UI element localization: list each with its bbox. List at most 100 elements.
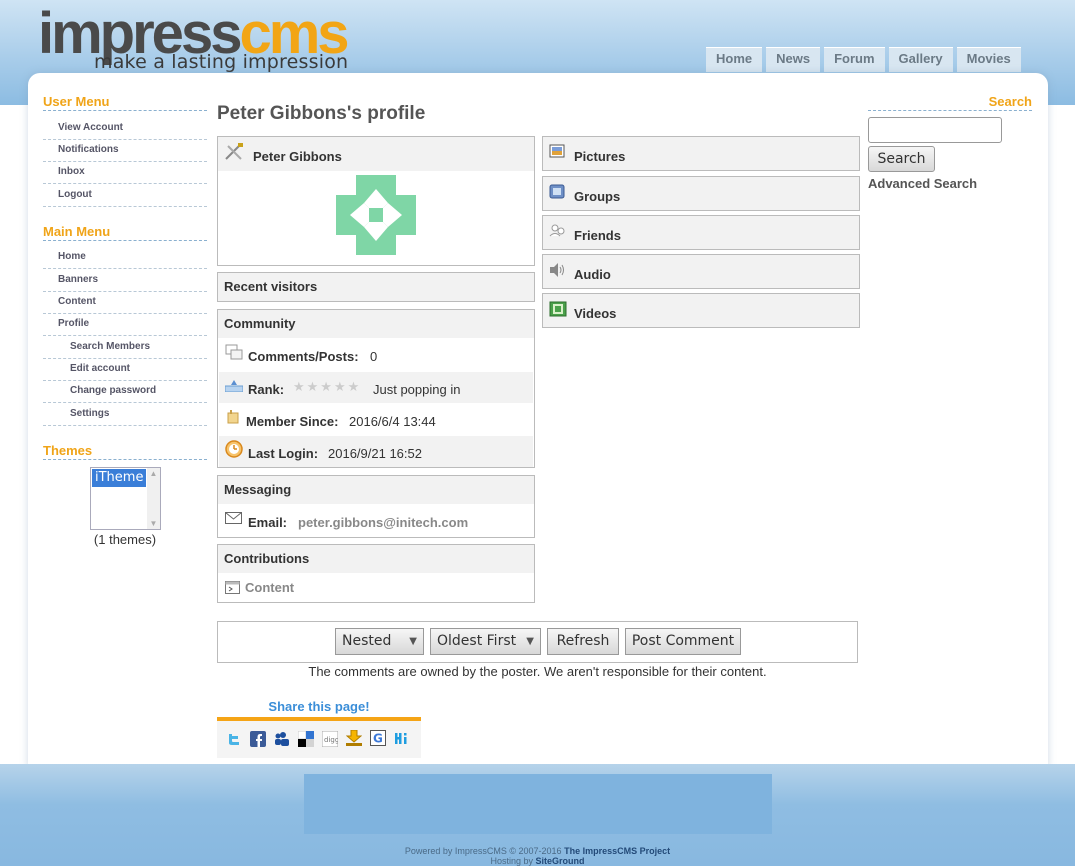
comment-mode-value: Nested <box>342 633 392 649</box>
menu-label: Search Members <box>70 341 151 352</box>
main-menu-search-members[interactable]: Search Members <box>43 341 207 359</box>
pictures-head: Pictures <box>543 137 859 170</box>
digg-icon[interactable]: digg <box>322 731 338 747</box>
footer-impresscms-link[interactable]: The ImpressCMS Project <box>564 846 670 856</box>
hi5-icon[interactable] <box>394 731 410 747</box>
myspace-icon[interactable] <box>274 731 290 747</box>
last-login-value: 2016/9/21 16:52 <box>328 446 422 461</box>
comment-order-select[interactable]: Oldest First ▼ <box>430 628 541 655</box>
user-info-head: Peter Gibbons <box>218 137 534 171</box>
email-label: Email: <box>248 515 288 530</box>
contributions-content-link[interactable]: Content <box>245 580 294 595</box>
friends-label: Friends <box>574 228 621 243</box>
rank-label: Rank: <box>248 382 285 397</box>
theme-select-scrollbar[interactable]: ▲ ▼ <box>147 468 160 529</box>
twitter-icon[interactable] <box>226 731 242 747</box>
recent-visitors-title: Recent visitors <box>218 273 534 301</box>
user-menu-logout[interactable]: Logout <box>43 189 207 207</box>
themes-count: (1 themes) <box>93 532 157 547</box>
site-logo[interactable]: impresscms make a lasting impression <box>38 5 368 74</box>
tools-icon <box>225 143 243 160</box>
comments-posts-value: 0 <box>370 349 378 364</box>
stumble-icon[interactable] <box>346 730 362 747</box>
comment-mode-select[interactable]: Nested ▼ <box>335 628 424 655</box>
top-navigation: Home News Forum Gallery Movies <box>706 47 1021 72</box>
recent-visitors-panel: Recent visitors <box>217 272 535 302</box>
delicious-icon[interactable] <box>298 731 314 747</box>
contributions-panel: Contributions Content <box>217 544 535 603</box>
speaker-icon <box>550 263 564 277</box>
pictures-icon <box>549 144 565 158</box>
google-icon[interactable]: G <box>370 730 386 746</box>
nav-tab-news[interactable]: News <box>766 47 821 72</box>
contributions-content-row[interactable]: Content <box>219 574 533 602</box>
member-since-value: 2016/6/4 13:44 <box>349 414 436 429</box>
facebook-icon[interactable] <box>250 731 266 747</box>
main-menu-profile[interactable]: Profile <box>43 318 207 336</box>
videos-label: Videos <box>574 306 617 321</box>
scroll-up-icon[interactable]: ▲ <box>147 469 160 478</box>
footer-powered-text: Powered by ImpressCMS © 2007-2016 <box>404 846 562 856</box>
menu-label: Edit account <box>70 363 131 374</box>
main-menu-title: Main Menu <box>43 224 207 241</box>
scroll-down-icon[interactable]: ▼ <box>147 519 160 528</box>
audio-head: Audio <box>543 255 859 288</box>
footer-siteground-link[interactable]: SiteGround <box>536 856 585 866</box>
groups-icon <box>549 184 565 199</box>
comment-order-value: Oldest First <box>437 633 517 649</box>
comments-disclaimer: The comments are owned by the poster. We… <box>308 664 767 679</box>
refresh-button[interactable]: Refresh <box>547 628 619 655</box>
user-menu-title: User Menu <box>43 94 207 111</box>
email-link[interactable]: peter.gibbons@initech.com <box>298 515 468 530</box>
user-menu-view-account[interactable]: View Account <box>43 122 207 140</box>
rank-row: Rank: ★★★★★ Just popping in <box>219 372 533 403</box>
rank-stars: ★★★★★ <box>293 379 362 394</box>
search-button[interactable]: Search <box>868 146 935 172</box>
main-menu-banners[interactable]: Banners <box>43 274 207 292</box>
film-icon <box>549 301 567 317</box>
search-input[interactable] <box>868 117 1002 143</box>
audio-panel[interactable]: Audio <box>542 254 860 289</box>
footer-powered-by: Powered by ImpressCMS © 2007-2016 The Im… <box>0 846 1075 856</box>
advanced-search-link[interactable]: Advanced Search <box>868 176 977 191</box>
rank-icon <box>225 380 243 392</box>
community-title: Community <box>218 310 534 338</box>
search-title: Search <box>868 94 1032 111</box>
pictures-panel[interactable]: Pictures <box>542 136 860 171</box>
main-menu-change-password[interactable]: Change password <box>43 385 207 403</box>
share-icons-bar: digg G <box>217 721 421 758</box>
contributions-title: Contributions <box>218 545 534 573</box>
menu-label: Inbox <box>58 166 85 177</box>
main-menu-settings[interactable]: Settings <box>43 408 207 426</box>
nav-tab-gallery[interactable]: Gallery <box>888 47 953 72</box>
chevron-down-icon: ▼ <box>409 636 417 647</box>
user-menu-notifications[interactable]: Notifications <box>43 144 207 162</box>
messaging-panel: Messaging Email: peter.gibbons@initech.c… <box>217 475 535 538</box>
audio-label: Audio <box>574 267 611 282</box>
user-menu-inbox[interactable]: Inbox <box>43 166 207 184</box>
footer-hosting: Hosting by SiteGround <box>0 856 1075 866</box>
main-menu-home[interactable]: Home <box>43 251 207 269</box>
menu-label: Notifications <box>58 144 119 155</box>
theme-option-selected[interactable]: iTheme <box>92 469 146 487</box>
nav-tab-movies[interactable]: Movies <box>956 47 1021 72</box>
friends-panel[interactable]: Friends <box>542 215 860 250</box>
main-menu-edit-account[interactable]: Edit account <box>43 363 207 381</box>
last-login-label: Last Login: <box>248 446 319 461</box>
nav-tab-home[interactable]: Home <box>706 47 763 72</box>
page-title: Peter Gibbons's profile <box>217 103 426 124</box>
menu-label: Banners <box>58 274 99 285</box>
messaging-title: Messaging <box>218 476 534 504</box>
clock-icon <box>225 440 243 458</box>
groups-head: Groups <box>543 177 859 210</box>
main-menu-content[interactable]: Content <box>43 296 207 314</box>
logo-tagline: make a lasting impression <box>94 51 349 73</box>
svg-text:G: G <box>373 732 383 746</box>
theme-select[interactable]: iTheme ▲ ▼ <box>90 467 161 530</box>
post-comment-button[interactable]: Post Comment <box>625 628 741 655</box>
user-info-panel: Peter Gibbons <box>217 136 535 266</box>
videos-panel[interactable]: Videos <box>542 293 860 328</box>
groups-panel[interactable]: Groups <box>542 176 860 211</box>
themes-title: Themes <box>43 443 207 460</box>
nav-tab-forum[interactable]: Forum <box>824 47 885 72</box>
